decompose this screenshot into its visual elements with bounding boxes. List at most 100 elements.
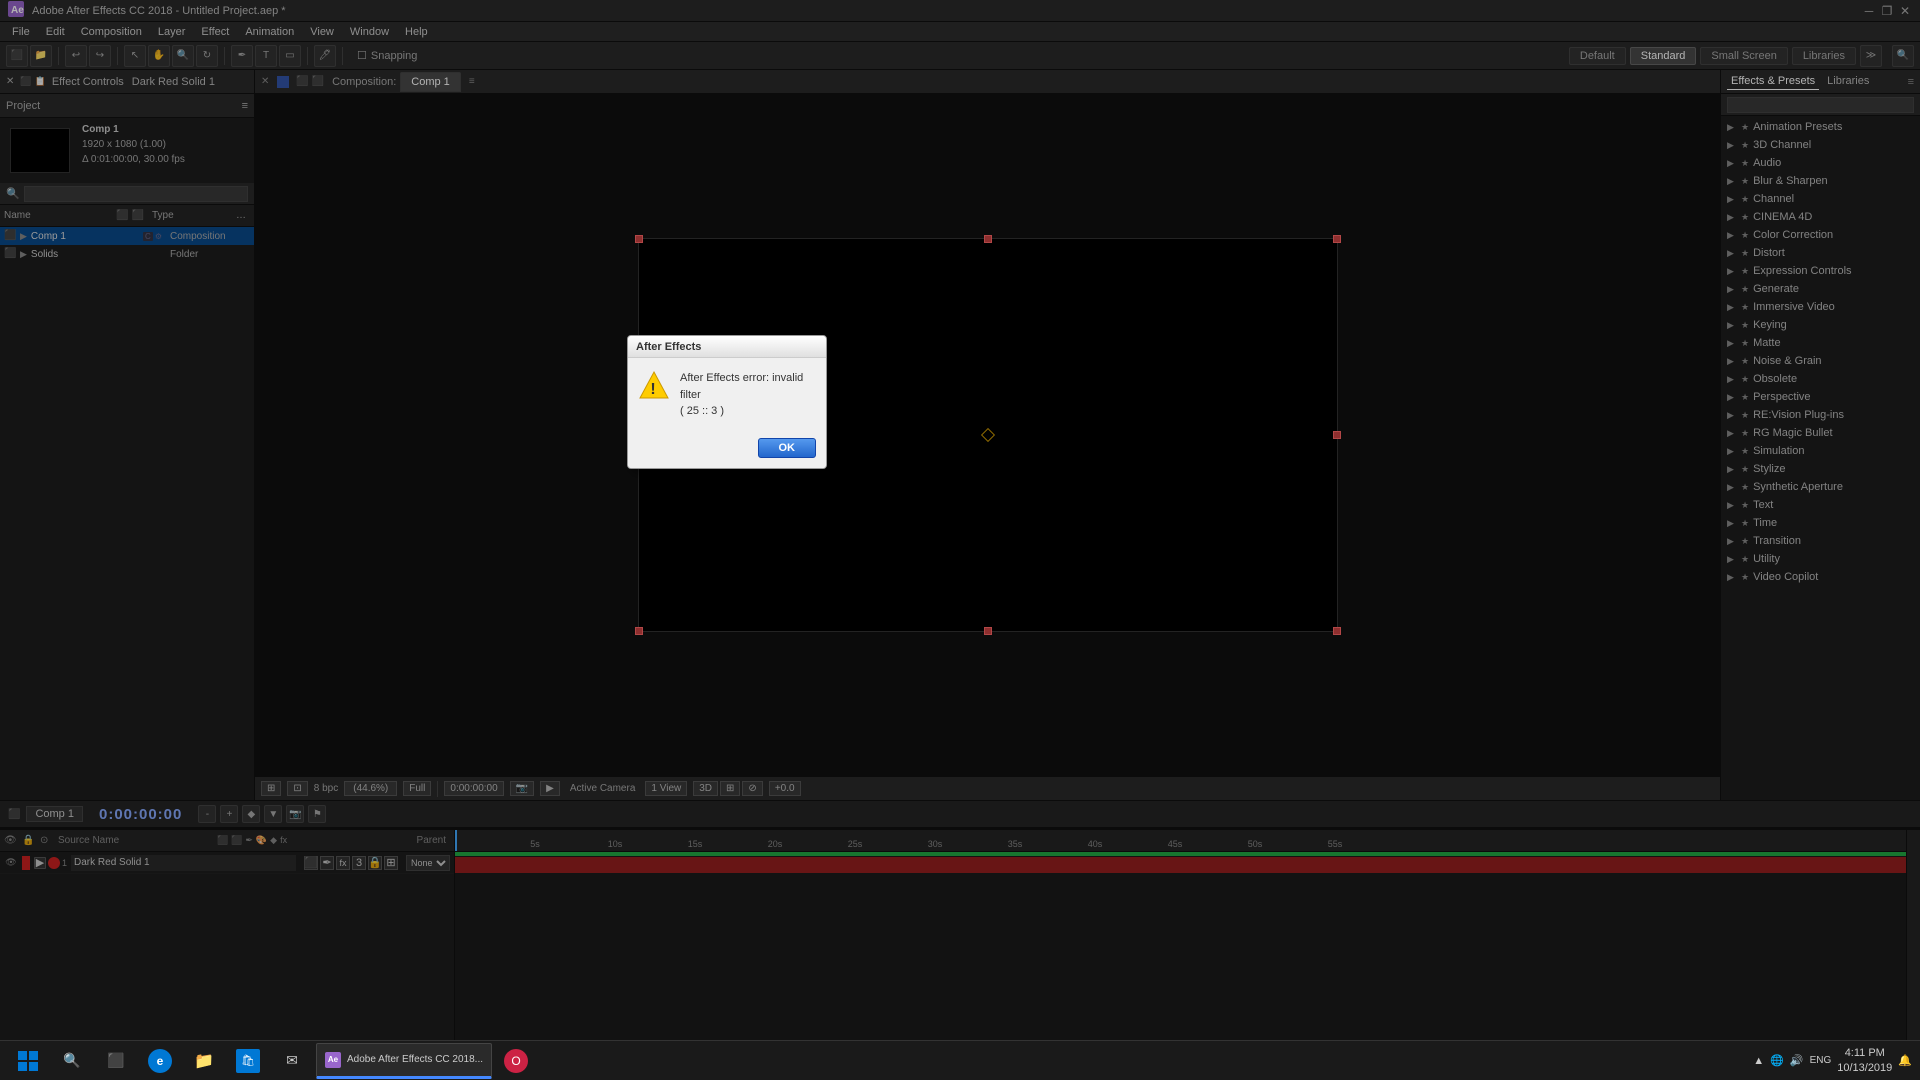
redo-button[interactable]: ↪ <box>89 45 111 67</box>
resolution-toggle[interactable]: Full <box>403 781 431 796</box>
workspace-small-screen[interactable]: Small Screen <box>1700 47 1787 65</box>
effect-category-item[interactable]: ▶ ★ Channel <box>1721 190 1920 208</box>
effect-category-item[interactable]: ▶ ★ Stylize <box>1721 460 1920 478</box>
keyframe-btn[interactable]: ◆ <box>242 805 260 823</box>
zoom-in-btn[interactable]: + <box>220 805 238 823</box>
pen-tool[interactable]: ✒ <box>231 45 253 67</box>
effect-category-item[interactable]: ▶ ★ RE:Vision Plug-ins <box>1721 406 1920 424</box>
network-icon[interactable]: 🌐 <box>1770 1054 1784 1067</box>
layer-3d-btn[interactable]: 3 <box>352 856 366 870</box>
menu-edit[interactable]: Edit <box>38 22 73 42</box>
rotate-tool[interactable]: ↻ <box>196 45 218 67</box>
text-tool[interactable]: T <box>255 45 277 67</box>
effect-controls-close[interactable]: ✕ <box>6 76 14 87</box>
effect-category-item[interactable]: ▶ ★ Color Correction <box>1721 226 1920 244</box>
effect-category-item[interactable]: ▶ ★ Simulation <box>1721 442 1920 460</box>
layer-track-bar[interactable] <box>455 857 1906 873</box>
snapping-checkbox[interactable]: ☐ <box>357 49 367 62</box>
camera-btn[interactable]: 📷 <box>286 805 304 823</box>
undo-button[interactable]: ↩ <box>65 45 87 67</box>
notification-bell[interactable]: 🔔 <box>1898 1054 1912 1067</box>
workspace-default[interactable]: Default <box>1569 47 1626 65</box>
comp-tab[interactable]: Comp 1 <box>400 72 461 92</box>
playhead[interactable] <box>455 830 457 851</box>
effect-category-item[interactable]: ▶ ★ Perspective <box>1721 388 1920 406</box>
comp-tab-menu[interactable]: ≡ <box>469 76 475 87</box>
effect-category-item[interactable]: ▶ ★ Time <box>1721 514 1920 532</box>
menu-view[interactable]: View <box>302 22 342 42</box>
mail-btn[interactable]: ✉ <box>272 1043 312 1079</box>
effect-category-item[interactable]: ▶ ★ Matte <box>1721 334 1920 352</box>
start-button[interactable] <box>8 1043 48 1079</box>
effect-category-item[interactable]: ▶ ★ Audio <box>1721 154 1920 172</box>
ae-taskbar-app[interactable]: Ae Adobe After Effects CC 2018... <box>316 1043 492 1079</box>
effect-category-item[interactable]: ▶ ★ Synthetic Aperture <box>1721 478 1920 496</box>
grid-toggle[interactable]: ⊡ <box>287 781 307 796</box>
minimize-button[interactable]: ─ <box>1862 4 1876 18</box>
workspace-overflow[interactable]: ≫ <box>1860 45 1882 67</box>
effect-category-item[interactable]: ▶ ★ Transition <box>1721 532 1920 550</box>
effect-category-item[interactable]: ▶ ★ RG Magic Bullet <box>1721 424 1920 442</box>
workspace-standard[interactable]: Standard <box>1630 47 1697 65</box>
motion-blur-btn[interactable]: ⬛ <box>304 856 318 870</box>
magnification-toggle[interactable]: ⊞ <box>261 781 281 796</box>
grid-btn[interactable]: ⊞ <box>720 781 740 796</box>
files-btn[interactable]: 📁 <box>184 1043 224 1079</box>
menu-layer[interactable]: Layer <box>150 22 194 42</box>
effect-category-item[interactable]: ▶ ★ Generate <box>1721 280 1920 298</box>
3d-toggle[interactable]: 3D <box>693 781 718 796</box>
store-btn[interactable]: 🛍 <box>228 1043 268 1079</box>
restore-button[interactable]: ❐ <box>1880 4 1894 18</box>
effect-category-item[interactable]: ▶ ★ CINEMA 4D <box>1721 208 1920 226</box>
menu-animation[interactable]: Animation <box>237 22 302 42</box>
effect-category-item[interactable]: ▶ ★ Utility <box>1721 550 1920 568</box>
project-search-input[interactable] <box>24 186 248 202</box>
layer-visibility-toggle[interactable]: 👁 <box>4 856 18 870</box>
notification-icon[interactable]: ▲ <box>1753 1055 1764 1067</box>
quality-btn[interactable]: ✒ <box>320 856 334 870</box>
view-toggle[interactable]: 1 View <box>645 781 687 796</box>
effects-search-input[interactable] <box>1727 97 1914 113</box>
system-clock[interactable]: 4:11 PM 10/13/2019 <box>1837 1046 1892 1075</box>
effect-category-item[interactable]: ▶ ★ Immersive Video <box>1721 298 1920 316</box>
close-comp-icon[interactable]: ✕ <box>261 76 269 87</box>
lock-btn[interactable]: 🔒 <box>368 856 382 870</box>
menu-effect[interactable]: Effect <box>193 22 237 42</box>
timecode-display[interactable]: 0:00:00:00 <box>444 781 503 796</box>
dialog-ok-button[interactable]: OK <box>758 438 817 458</box>
hand-tool[interactable]: ✋ <box>148 45 170 67</box>
workspace-libraries[interactable]: Libraries <box>1792 47 1856 65</box>
effect-category-item[interactable]: ▶ ★ Animation Presets <box>1721 118 1920 136</box>
list-item[interactable]: ⬛ ▶ Comp 1 C ⚙ Composition <box>0 227 254 245</box>
effect-category-item[interactable]: ▶ ★ Obsolete <box>1721 370 1920 388</box>
opera-btn[interactable]: O <box>496 1043 536 1079</box>
select-tool[interactable]: ↖ <box>124 45 146 67</box>
effect-category-item[interactable]: ▶ ★ Keying <box>1721 316 1920 334</box>
tab-effects-presets[interactable]: Effects & Presets <box>1727 73 1819 90</box>
close-button[interactable]: ✕ <box>1898 4 1912 18</box>
zoom-out-btn[interactable]: - <box>198 805 216 823</box>
project-menu-icon[interactable]: ≡ <box>242 100 248 112</box>
menu-file[interactable]: File <box>4 22 38 42</box>
list-item[interactable]: ⬛ ▶ Solids Folder <box>0 245 254 263</box>
task-view-btn[interactable]: ⬛ <box>96 1043 136 1079</box>
volume-icon[interactable]: 🔊 <box>1790 1054 1804 1067</box>
layer-expand-toggle[interactable]: ▶ <box>34 857 46 869</box>
new-comp-button[interactable]: ⬛ <box>6 45 28 67</box>
effect-category-item[interactable]: ▶ ★ Blur & Sharpen <box>1721 172 1920 190</box>
layer-name-field[interactable]: Dark Red Solid 1 <box>71 855 296 871</box>
zoom-control[interactable]: (44.6%) <box>344 781 397 796</box>
effect-category-item[interactable]: ▶ ★ Expression Controls <box>1721 262 1920 280</box>
menu-composition[interactable]: Composition <box>73 22 150 42</box>
search-button[interactable]: 🔍 <box>1892 45 1914 67</box>
collapse-btn[interactable]: ⊞ <box>384 856 398 870</box>
expand-icon[interactable]: ▶ <box>20 249 27 260</box>
effects-btn[interactable]: fx <box>336 856 350 870</box>
menu-help[interactable]: Help <box>397 22 436 42</box>
marker-btn[interactable]: ▼ <box>264 805 282 823</box>
effect-category-item[interactable]: ▶ ★ 3D Channel <box>1721 136 1920 154</box>
edge-btn[interactable]: e <box>140 1043 180 1079</box>
mask-btn[interactable]: ⊘ <box>742 781 762 796</box>
shape-tool[interactable]: ▭ <box>279 45 301 67</box>
tab-libraries[interactable]: Libraries <box>1823 73 1873 90</box>
